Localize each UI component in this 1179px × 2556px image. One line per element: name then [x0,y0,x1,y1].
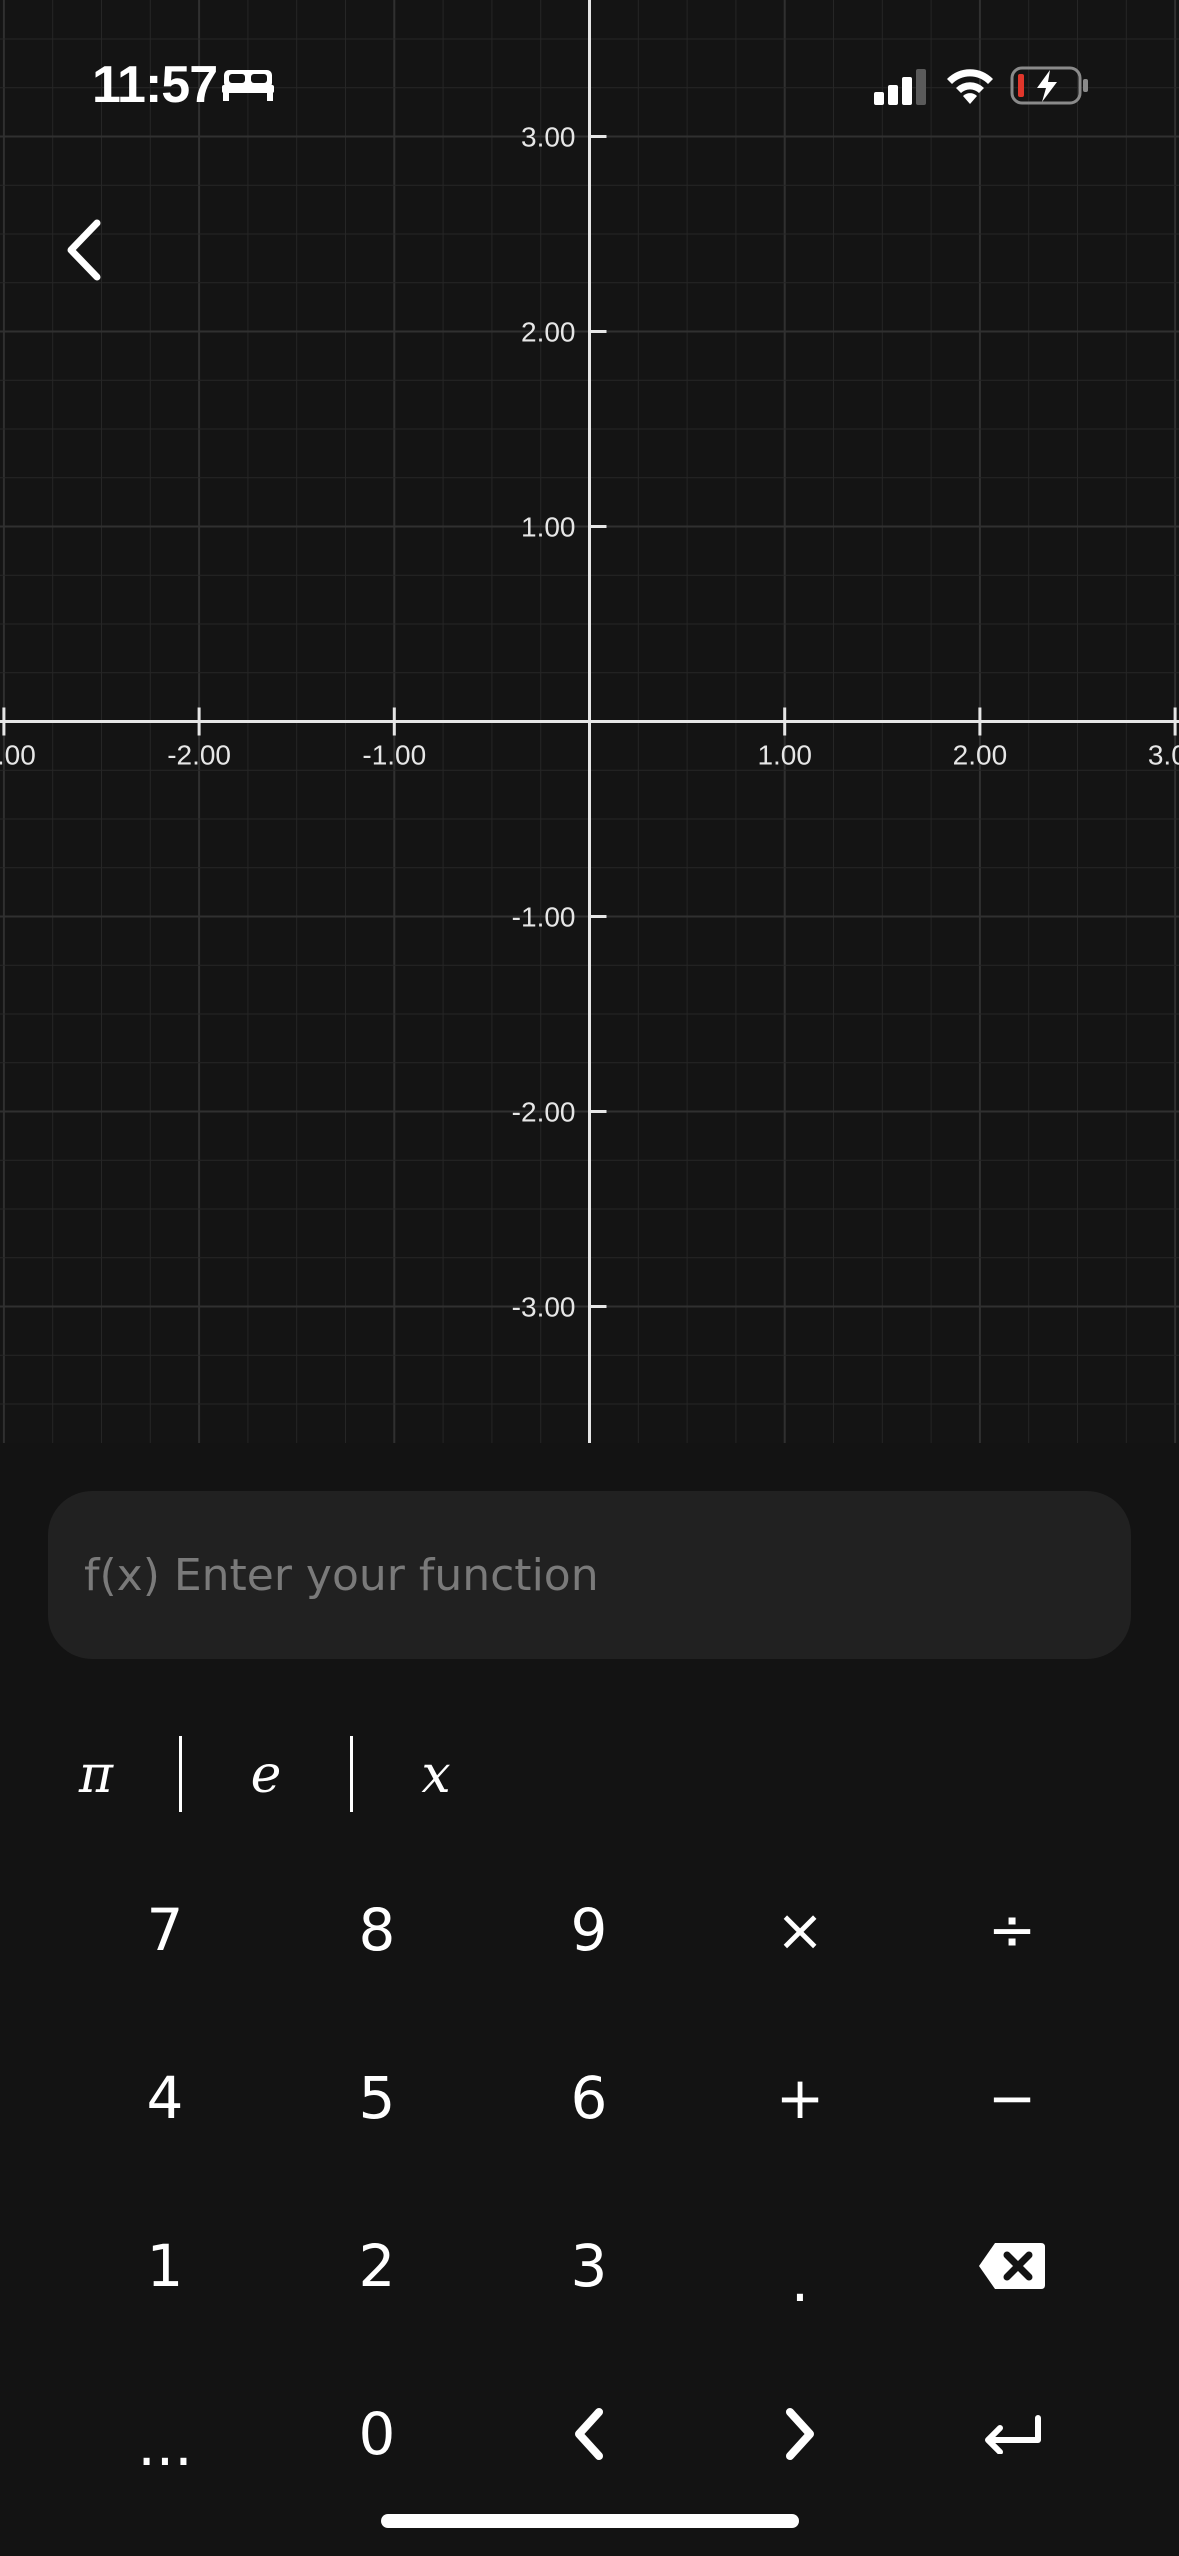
graph-plot[interactable]: -3.00-2.00-1.001.002.003.003.002.001.00-… [0,0,1179,1443]
key-backspace[interactable] [912,2196,1112,2336]
cellular-signal-icon [874,68,930,111]
y-tick-label: -1.00 [512,902,576,933]
battery-charging-icon [1010,66,1090,111]
symbol-pi-key[interactable]: π [36,1730,156,1820]
return-icon [985,2415,1041,2454]
key-cursor-right[interactable] [700,2364,900,2504]
x-tick-label: 2.00 [953,740,1008,771]
key-enter[interactable] [912,2364,1112,2504]
key-more[interactable]: ... [65,2364,265,2504]
key-1[interactable]: 1 [65,2196,265,2336]
symbol-row: π e x [0,1730,1179,1820]
key-divide[interactable]: ÷ [912,1860,1112,2000]
y-tick-label: -2.00 [512,1097,576,1128]
key-4[interactable]: 4 [65,2028,265,2168]
x-tick-label: 3.00 [1148,740,1179,771]
symbol-divider [350,1736,353,1812]
backspace-icon [979,2243,1045,2289]
key-plus[interactable]: + [700,2028,900,2168]
key-multiply[interactable]: × [700,1860,900,2000]
function-input[interactable] [48,1491,1131,1659]
key-9[interactable]: 9 [489,1860,689,2000]
chevron-right-icon [786,2408,814,2460]
x-tick-label: -1.00 [362,740,426,771]
key-minus[interactable]: − [912,2028,1112,2168]
chevron-left-icon [67,219,101,281]
chevron-left-icon [575,2408,603,2460]
status-time: 11:57 [92,56,218,114]
home-indicator[interactable] [381,2514,799,2528]
keypad: 7 8 9 × ÷ 4 5 6 + − 1 2 3 . ... 0 [0,1860,1179,2540]
symbol-divider [179,1736,182,1812]
symbol-e-key[interactable]: e [206,1730,326,1820]
y-tick-label: 1.00 [521,512,576,543]
key-3[interactable]: 3 [489,2196,689,2336]
key-0[interactable]: 0 [277,2364,477,2504]
x-tick-label: 1.00 [757,740,812,771]
y-tick-label: -3.00 [512,1292,576,1323]
x-tick-label: -3.00 [0,740,36,771]
key-cursor-left[interactable] [489,2364,689,2504]
symbol-x-key[interactable]: x [376,1730,496,1820]
wifi-icon [944,66,996,111]
key-5[interactable]: 5 [277,2028,477,2168]
key-8[interactable]: 8 [277,1860,477,2000]
back-button[interactable] [48,210,118,290]
y-tick-label: 2.00 [521,317,576,348]
graph-canvas[interactable]: -3.00-2.00-1.001.002.003.003.002.001.00-… [0,0,1179,1443]
key-2[interactable]: 2 [277,2196,477,2336]
key-7[interactable]: 7 [65,1860,265,2000]
function-input-container[interactable] [48,1491,1131,1659]
key-6[interactable]: 6 [489,2028,689,2168]
key-decimal[interactable]: . [700,2196,900,2336]
bed-icon [222,66,274,107]
status-bar: 11:57 [0,0,1179,170]
x-tick-label: -2.00 [167,740,231,771]
